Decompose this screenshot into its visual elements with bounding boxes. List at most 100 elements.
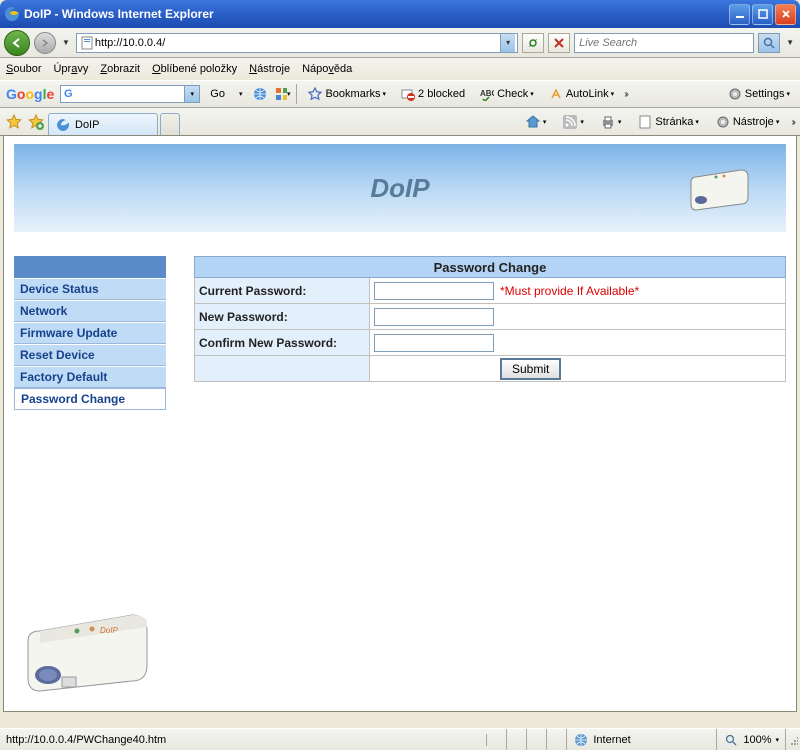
status-seg-1: [487, 729, 507, 750]
tabbar-overflow[interactable]: ››: [791, 117, 794, 128]
internet-zone-icon: [573, 732, 589, 748]
popup-blocked-icon: [400, 86, 416, 102]
home-icon: [525, 114, 541, 130]
status-seg-2: [507, 729, 527, 750]
blocked-button[interactable]: 2 blocked: [396, 84, 469, 104]
search-button[interactable]: [758, 33, 780, 53]
status-url: http://10.0.0.4/PWChange40.htm: [0, 734, 487, 746]
sidebar-item-reset-device[interactable]: Reset Device: [14, 344, 166, 366]
input-confirm-password[interactable]: [374, 334, 494, 352]
menu-napoveda[interactable]: Nápověda: [302, 63, 352, 75]
google-toolbar: Google G ▾ Go ▾ ▾ Bookmarks▾ 2 blocked A…: [0, 80, 800, 108]
add-favorite-button[interactable]: [26, 112, 46, 132]
menu-nastroje[interactable]: Nástroje: [249, 63, 290, 75]
forward-button[interactable]: [34, 32, 56, 54]
menu-bar: SSouboroubor Úpravy Zobrazit Oblíbené po…: [0, 58, 800, 80]
page-menu-button[interactable]: Stránka▾: [633, 112, 702, 132]
tools-menu-button[interactable]: Nástroje▾: [711, 112, 783, 132]
new-tab-button[interactable]: [160, 113, 180, 135]
autolink-button[interactable]: AutoLink▾: [544, 84, 618, 104]
menu-oblibene[interactable]: Oblíbené položky: [152, 63, 237, 75]
window-title: DoIP - Windows Internet Explorer: [24, 7, 729, 21]
page-banner: DoIP: [14, 144, 786, 232]
ie-page-icon: [55, 117, 71, 133]
sidebar-item-firmware-update[interactable]: Firmware Update: [14, 322, 166, 344]
navigation-bar: ▼ ▾ ▼: [0, 28, 800, 58]
google-go-button[interactable]: Go: [206, 86, 229, 102]
window-titlebar: DoIP - Windows Internet Explorer: [0, 0, 800, 28]
row-submit: Submit: [194, 356, 786, 382]
banner-title: DoIP: [370, 173, 429, 204]
menu-zobrazit[interactable]: Zobrazit: [100, 63, 140, 75]
page-menu-icon: [637, 114, 653, 130]
row-new-password: New Password:: [194, 304, 786, 330]
minimize-button[interactable]: [729, 4, 750, 25]
status-zone: Internet: [567, 729, 717, 750]
input-new-password[interactable]: [374, 308, 494, 326]
google-go-dropdown[interactable]: ▾: [235, 88, 247, 100]
search-dropdown[interactable]: ▼: [784, 38, 796, 47]
svg-text:DoIP: DoIP: [100, 626, 118, 635]
print-icon: [600, 114, 616, 130]
toolbar-overflow[interactable]: ››: [624, 89, 627, 100]
sidebar-item-device-status[interactable]: Device Status: [14, 278, 166, 300]
globe-icon[interactable]: [252, 86, 268, 102]
note-must-provide: *Must provide If Available*: [500, 284, 639, 298]
zoom-icon: [723, 732, 739, 748]
page-content: DoIP Device Status Network Firmware Upda…: [3, 136, 797, 712]
submit-button[interactable]: Submit: [500, 358, 561, 380]
print-button[interactable]: ▾: [596, 112, 626, 132]
device-image-large: DoIP: [22, 603, 162, 693]
bookmarks-button[interactable]: Bookmarks▾: [303, 84, 390, 104]
spellcheck-icon: ABC: [479, 86, 495, 102]
input-current-password[interactable]: [374, 282, 494, 300]
sidebar-nav: Device Status Network Firmware Update Re…: [14, 256, 166, 410]
refresh-button[interactable]: [522, 33, 544, 53]
status-bar: http://10.0.0.4/PWChange40.htm Internet …: [0, 728, 800, 750]
address-dropdown[interactable]: ▾: [500, 34, 515, 52]
svg-text:ABC: ABC: [480, 89, 494, 98]
sidebar-item-password-change[interactable]: Password Change: [14, 388, 166, 410]
maximize-button[interactable]: [752, 4, 773, 25]
back-button[interactable]: [4, 30, 30, 56]
tools-gear-icon: [715, 114, 731, 130]
resize-grip[interactable]: [786, 732, 800, 748]
status-seg-4: [547, 729, 567, 750]
panel-title: Password Change: [194, 256, 786, 278]
tab-title: DoIP: [75, 119, 99, 131]
close-button[interactable]: [775, 4, 796, 25]
device-image-small: [686, 162, 756, 212]
page-icon: [79, 35, 95, 51]
star-icon: [307, 86, 323, 102]
menu-soubor[interactable]: SSouboroubor: [6, 63, 41, 75]
google-search-dropdown[interactable]: ▾: [184, 86, 199, 102]
label-empty: [195, 356, 370, 381]
settings-button[interactable]: Settings▾: [723, 84, 794, 104]
label-current-password: Current Password:: [195, 278, 370, 303]
sidebar-item-factory-default[interactable]: Factory Default: [14, 366, 166, 388]
search-input[interactable]: [575, 37, 753, 49]
tab-doip[interactable]: DoIP: [48, 113, 158, 135]
options-icon[interactable]: ▾: [274, 86, 290, 102]
favorites-star-button[interactable]: [4, 112, 24, 132]
status-zoom[interactable]: 100% ▾: [717, 729, 786, 750]
check-button[interactable]: ABC Check▾: [475, 84, 538, 104]
feeds-button[interactable]: ▾: [558, 112, 588, 132]
tab-bar: DoIP ▾ ▾ ▾ Stránka▾ Nástroje▾ ››: [0, 108, 800, 136]
password-change-panel: Password Change Current Password: *Must …: [194, 256, 786, 410]
label-new-password: New Password:: [195, 304, 370, 329]
address-input[interactable]: [95, 37, 500, 49]
menu-upravy[interactable]: Úpravy: [53, 63, 88, 75]
rss-icon: [562, 114, 578, 130]
nav-history-dropdown[interactable]: ▼: [60, 38, 72, 47]
autolink-icon: [548, 86, 564, 102]
address-bar[interactable]: ▾: [76, 33, 518, 53]
google-search-box[interactable]: G ▾: [60, 85, 200, 103]
sidebar-header: [14, 256, 166, 278]
search-box[interactable]: [574, 33, 754, 53]
home-button[interactable]: ▾: [521, 112, 551, 132]
stop-button[interactable]: [548, 33, 570, 53]
google-logo: Google: [6, 86, 54, 102]
ie-icon: [4, 6, 20, 22]
sidebar-item-network[interactable]: Network: [14, 300, 166, 322]
